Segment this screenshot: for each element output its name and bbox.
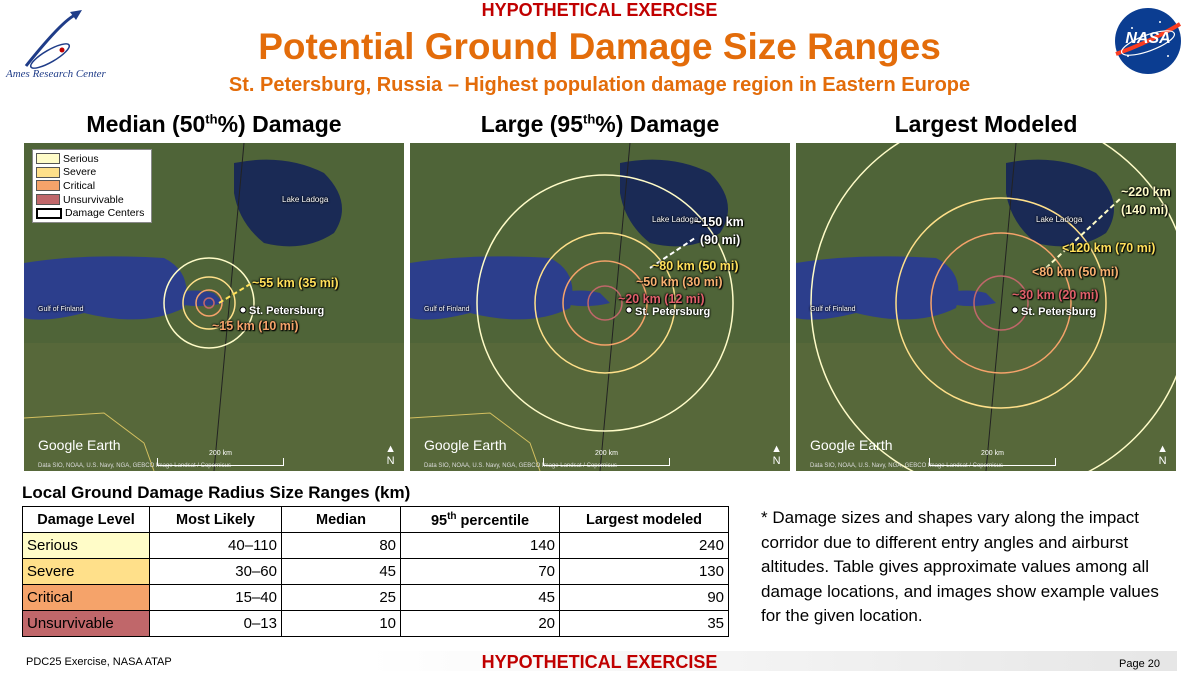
table-row: Critical 15–40 25 45 90 [22,584,729,611]
damage-legend: Serious Severe Critical Unsurvivable Dam… [32,149,152,223]
col-header-largest-modeled: Largest modeled [559,506,729,533]
gulf-of-finland-label: Gulf of Finland [38,306,84,313]
page-subtitle: St. Petersburg, Russia – Highest populat… [228,74,971,96]
gulf-of-finland-label: Gulf of Finland [810,306,856,313]
google-earth-logo: Google Earth [424,437,507,453]
large-label-critical: ~50 km (30 mi) [636,275,723,289]
map-heading-large: Large (95th%) Damage [480,111,720,137]
map-heading-median-sup: th [205,111,218,127]
hypothetical-banner-top: HYPOTHETICAL EXERCISE [481,0,718,20]
col-header-damage-level: Damage Level [22,506,150,533]
cell-largest: 90 [559,584,729,611]
largest-label-severe: <120 km (70 mi) [1062,241,1156,255]
large-label-serious-mi: (90 mi) [700,233,741,247]
footnote-text: * Damage sizes and shapes vary along the… [761,508,1159,625]
cell-median: 10 [281,610,401,637]
cell-level-serious: Serious [22,532,150,559]
largest-label-critical: <80 km (50 mi) [1032,265,1119,279]
lake-ladoga-label: Lake Ladoga [652,215,699,224]
map-median-damage: Serious Severe Critical Unsurvivable Dam… [24,143,404,471]
damage-radius-table: Damage Level Most Likely Median 95th per… [22,506,729,637]
legend-swatch-critical [36,180,60,192]
cell-most-likely: 40–110 [149,532,282,559]
legend-item-damage-centers: Damage Centers [36,206,148,220]
cell-most-likely: 15–40 [149,584,282,611]
cell-largest: 35 [559,610,729,637]
lake-ladoga-label: Lake Ladoga [1036,215,1083,224]
google-earth-logo: Google Earth [38,437,121,453]
large-label-serious-km: ~150 km [694,215,744,229]
largest-label-serious-mi: (140 mi) [1121,203,1169,217]
nasa-logo-text: NASA [1125,30,1171,47]
google-earth-logo: Google Earth [810,437,893,453]
table-header-row: Damage Level Most Likely Median 95th per… [22,506,729,533]
cell-p95: 70 [400,558,560,585]
cell-p95: 45 [400,584,560,611]
scale-bar [929,458,1056,466]
city-label-st-petersburg: St. Petersburg [249,305,325,317]
lake-ladoga-label: Lake Ladoga [282,195,329,204]
page-title: Potential Ground Damage Size Ranges [258,26,941,67]
cell-largest: 130 [559,558,729,585]
col-header-median: Median [281,506,401,533]
map-large-damage: Lake Ladoga Gulf of Finland ~150 km (90 … [410,143,790,471]
median-label-critical: ~15 km (10 mi) [212,319,299,333]
legend-swatch-unsurvivable [36,194,60,206]
legend-item-severe: Severe [36,166,148,180]
city-label-st-petersburg: St. Petersburg [1021,306,1097,318]
scale-bar [543,458,670,466]
cell-p95: 20 [400,610,560,637]
cell-median: 80 [281,532,401,559]
scale-bar-label: 200 km [981,450,1004,457]
legend-item-serious: Serious [36,152,148,166]
cell-median: 25 [281,584,401,611]
north-arrow-icon: ▲ N [771,443,782,467]
gulf-of-finland-label: Gulf of Finland [424,306,470,313]
north-arrow-icon: ▲ N [385,443,396,467]
page-number: Page 20 [1119,658,1160,670]
scale-bar [157,458,284,466]
cell-level-critical: Critical [22,584,150,611]
scale-bar-label: 200 km [595,450,618,457]
map-heading-median: Median (50th%) Damage [86,111,342,137]
col-header-most-likely: Most Likely [149,506,282,533]
scale-bar-label: 200 km [209,450,232,457]
map-largest-modeled: Lake Ladoga Gulf of Finland ~220 km (140… [796,143,1176,471]
cell-level-unsurvivable: Unsurvivable [22,610,150,637]
large-label-severe: ~80 km (50 mi) [652,259,739,273]
nasa-logo: NASA [1110,6,1186,76]
map-heading-largest: Largest Modeled [894,111,1078,137]
cell-median: 45 [281,558,401,585]
large-label-unsurvivable: ~20 km (12 mi) [618,292,705,306]
cell-largest: 240 [559,532,729,559]
table-row: Severe 30–60 45 70 130 [22,558,729,585]
largest-label-unsurvivable: ~30 km (20 mi) [1012,288,1099,302]
largest-label-serious-km: ~220 km [1121,185,1171,199]
median-label-serious: ~55 km (35 mi) [252,276,339,290]
col-header-95th-percentile: 95th percentile [400,506,560,533]
cell-most-likely: 0–13 [149,610,282,637]
cell-p95: 140 [400,532,560,559]
hypothetical-banner-bottom: HYPOTHETICAL EXERCISE [481,652,718,672]
cell-level-severe: Severe [22,558,150,585]
table-title: Local Ground Damage Radius Size Ranges (… [22,483,411,502]
legend-swatch-damage-centers [36,207,62,219]
map-heading-large-sup: th [583,111,596,127]
legend-item-critical: Critical [36,179,148,193]
legend-swatch-severe [36,166,60,178]
legend-swatch-serious [36,153,60,165]
north-arrow-icon: ▲ N [1157,443,1168,467]
legend-item-unsurvivable: Unsurvivable [36,193,148,207]
table-row: Unsurvivable 0–13 10 20 35 [22,610,729,637]
table-row: Serious 40–110 80 140 240 [22,532,729,559]
cell-most-likely: 30–60 [149,558,282,585]
city-label-st-petersburg: St. Petersburg [635,306,711,318]
